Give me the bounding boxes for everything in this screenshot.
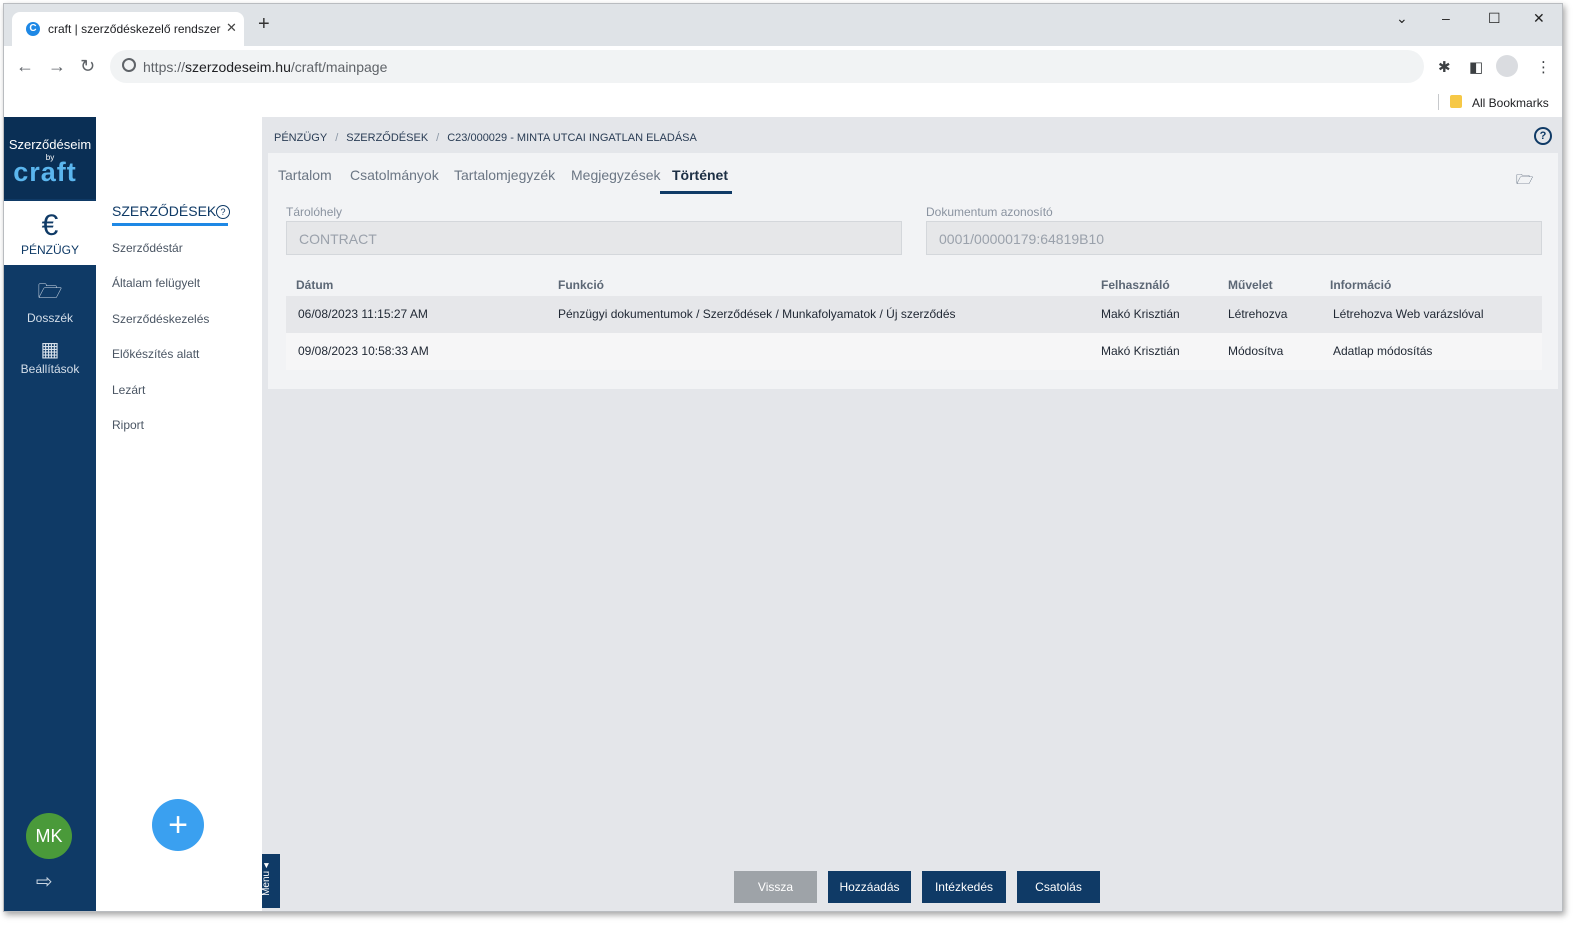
favicon-icon: C [26, 22, 40, 36]
folder-icon: 🗁 [37, 281, 63, 303]
action-button[interactable]: Intézkedés [922, 871, 1006, 903]
url-path: /craft/mainpage [290, 59, 388, 75]
browser-tab[interactable]: C craft | szerződéskezelő rendszer ✕ [12, 12, 244, 46]
building-icon: ▦ [40, 339, 60, 361]
attach-button[interactable]: Csatolás [1017, 871, 1100, 903]
docid-field: 0001/00000179:64819B10 [926, 221, 1542, 255]
cell-function: Pénzügyi dokumentumok / Szerződések / Mu… [558, 307, 956, 321]
folder-icon[interactable] [1450, 95, 1462, 108]
url-host: szerzodeseim.hu [185, 59, 291, 75]
bookmarks-divider [1438, 94, 1439, 110]
browser-toolbar: ← → ↻ https://szerzodeseim.hu/craft/main… [4, 46, 1562, 88]
column-header[interactable]: Dátum [296, 278, 333, 292]
back-icon[interactable]: ← [16, 56, 34, 77]
breadcrumb-separator: / [335, 132, 339, 144]
maximize-icon[interactable]: ☐ [1488, 10, 1501, 27]
tab-strip: C craft | szerződéskezelő rendszer ✕ + ⌄… [4, 4, 1562, 46]
rail-item-label: PÉNZÜGY [20, 243, 79, 257]
rail-item-penzugy[interactable]: € PÉNZÜGY [4, 201, 96, 265]
all-bookmarks-link[interactable]: All Bookmarks [1472, 96, 1549, 110]
cell-date: 06/08/2023 11:15:27 AM [298, 307, 428, 321]
new-tab-icon[interactable]: + [258, 14, 270, 34]
minimize-icon[interactable]: – [1442, 10, 1450, 26]
subnav-title: SZERZŐDÉSEK [112, 203, 228, 226]
table-row[interactable]: 09/08/2023 10:58:33 AM Makó Krisztián Mó… [286, 333, 1542, 370]
site-info-icon[interactable] [122, 58, 136, 72]
close-tab-icon[interactable]: ✕ [226, 20, 237, 36]
euro-icon: € [41, 209, 59, 242]
breadcrumb-item: C23/000029 - MINTA UTCAI INGATLAN ELADÁS… [447, 132, 697, 144]
table-row[interactable]: 06/08/2023 11:15:27 AM Pénzügyi dokument… [286, 296, 1542, 333]
cell-user: Makó Krisztián [1101, 307, 1180, 321]
profile-icon[interactable] [1496, 55, 1518, 77]
help-icon[interactable]: ? [1534, 127, 1552, 145]
subnav-item[interactable]: Lezárt [112, 383, 145, 397]
tab-tartalom[interactable]: Tartalom [278, 167, 332, 189]
avatar[interactable]: MK [26, 813, 72, 859]
app-logo[interactable]: Szerződéseim by craft [4, 117, 96, 199]
add-fab-button[interactable]: + [152, 799, 204, 851]
url-text: https://szerzodeseim.hu/craft/mainpage [143, 59, 387, 75]
cell-date: 09/08/2023 10:58:33 AM [298, 344, 429, 358]
logo-brand-text: craft [13, 157, 77, 187]
main-rail: Szerződéseim by craft € PÉNZÜGY 🗁 Dosszé… [4, 117, 96, 911]
subnav-item[interactable]: Szerződéskezelés [112, 312, 209, 326]
subnav-item[interactable]: Szerződéstár [112, 241, 183, 255]
cell-info: Adatlap módosítás [1333, 344, 1433, 358]
forward-icon[interactable]: → [48, 56, 66, 77]
column-header[interactable]: Információ [1330, 278, 1391, 292]
subnav-item[interactable]: Általam felügyelt [112, 276, 200, 290]
storage-field: CONTRACT [286, 221, 902, 255]
document-panel: Tartalom Csatolmányok Tartalomjegyzék Me… [268, 153, 1558, 389]
browser-window: C craft | szerződéskezelő rendszer ✕ + ⌄… [3, 3, 1563, 912]
action-bar: Vissza Hozzáadás Intézkedés Csatolás [262, 867, 1562, 907]
storage-label: Tárolóhely [286, 205, 343, 219]
sub-navigation: SZERZŐDÉSEK ? Szerződéstár Általam felüg… [96, 117, 262, 911]
chevron-down-icon[interactable]: ⌄ [1396, 10, 1408, 27]
logout-icon[interactable]: ⇨ [36, 869, 53, 894]
add-button[interactable]: Hozzáadás [828, 871, 911, 903]
tab-title: craft | szerződéskezelő rendszer [48, 22, 221, 36]
tab-csatolmanyok[interactable]: Csatolmányok [350, 167, 439, 189]
rail-item-label: Beállítások [20, 362, 80, 376]
cell-action: Létrehozva [1228, 307, 1288, 321]
cell-user: Makó Krisztián [1101, 344, 1180, 358]
back-button[interactable]: Vissza [734, 871, 817, 903]
tab-megjegyzesek[interactable]: Megjegyzések [571, 167, 661, 189]
column-header[interactable]: Felhasználó [1101, 278, 1170, 292]
close-window-icon[interactable]: ✕ [1533, 10, 1545, 27]
main-content: PÉNZÜGY / SZERZŐDÉSEK / C23/000029 - MINTA U… [262, 117, 1562, 911]
breadcrumb-item[interactable]: SZERZŐDÉSEK [346, 132, 428, 144]
logo-top-text: Szerződéseim [8, 137, 92, 152]
bookmarks-bar: All Bookmarks [4, 88, 1562, 116]
open-folder-icon[interactable]: 🗁 [1516, 169, 1533, 193]
subnav-item[interactable]: Előkészítés alatt [112, 347, 199, 361]
active-tab-indicator [660, 191, 732, 194]
address-bar[interactable]: https://szerzodeseim.hu/craft/mainpage [110, 50, 1424, 83]
url-scheme: https:// [143, 59, 186, 75]
breadcrumb-item[interactable]: PÉNZÜGY [274, 132, 327, 144]
cell-action: Módosítva [1228, 344, 1284, 358]
tab-tartalomjegyzek[interactable]: Tartalomjegyzék [454, 167, 555, 189]
breadcrumb: PÉNZÜGY / SZERZŐDÉSEK / C23/000029 - MINTA U… [274, 132, 697, 144]
column-header[interactable]: Művelet [1228, 278, 1273, 292]
extensions-icon[interactable]: ✱ [1438, 58, 1451, 76]
docid-label: Dokumentum azonosító [926, 205, 1053, 219]
help-icon[interactable]: ? [216, 205, 230, 219]
rail-item-beallitasok[interactable]: ▦ Beállítások [4, 337, 96, 381]
reload-icon[interactable]: ↻ [80, 56, 95, 77]
tab-tortenet[interactable]: Történet [672, 167, 728, 189]
rail-item-dosszek[interactable]: 🗁 Dosszék [4, 277, 96, 325]
cell-info: Létrehozva Web varázslóval [1333, 307, 1484, 321]
breadcrumb-separator: / [436, 132, 440, 144]
side-panel-icon[interactable]: ◧ [1469, 58, 1483, 76]
app-area: Szerződéseim by craft € PÉNZÜGY 🗁 Dosszé… [4, 117, 1562, 911]
subnav-item[interactable]: Riport [112, 418, 144, 432]
rail-item-label: Dosszék [26, 311, 73, 325]
kebab-menu-icon[interactable]: ⋮ [1536, 58, 1551, 76]
column-header[interactable]: Funkció [558, 278, 604, 292]
